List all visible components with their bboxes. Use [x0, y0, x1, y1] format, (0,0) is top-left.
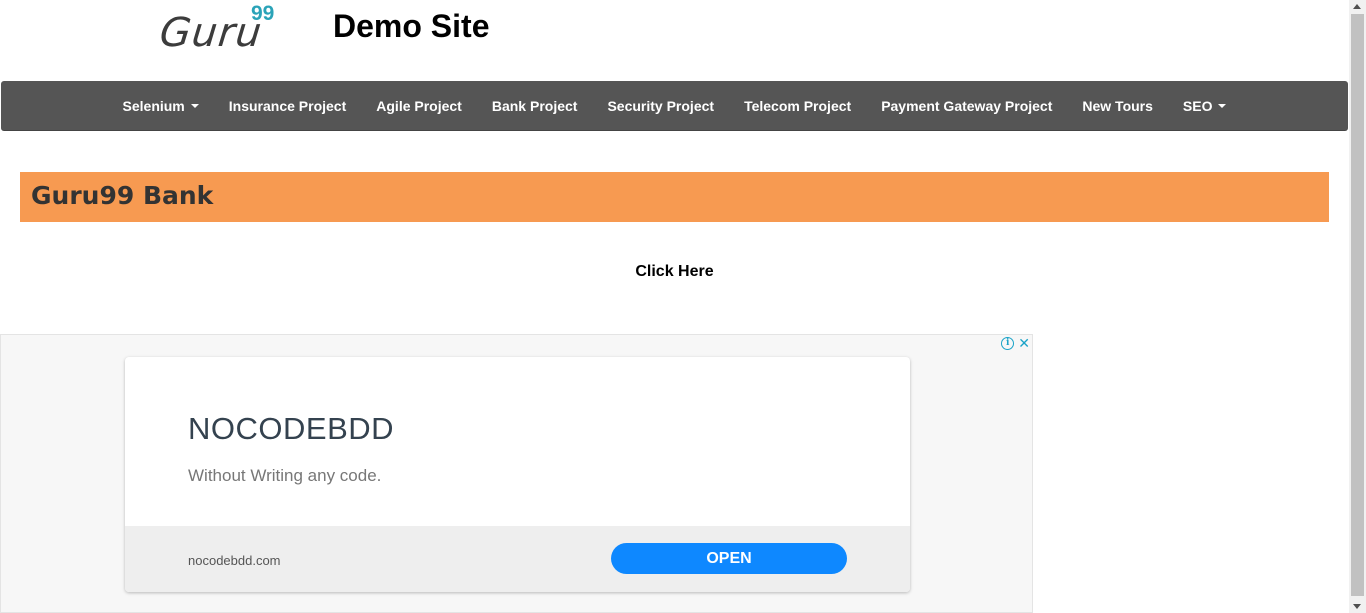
nav-item-label: Security Project: [607, 97, 715, 114]
logo-superscript: 99: [251, 2, 275, 25]
scroll-thumb[interactable]: [1351, 14, 1364, 596]
nav-item-agile-project[interactable]: Agile Project: [361, 98, 477, 114]
nav-item-label: Payment Gateway Project: [881, 97, 1053, 114]
nav-item-seo[interactable]: SEO: [1168, 98, 1242, 114]
ad-controls: i ✕: [1001, 337, 1030, 351]
nav-item-label: Bank Project: [491, 97, 578, 114]
main-navbar: Selenium Insurance Project Agile Project…: [1, 81, 1348, 131]
nav-item-payment-gateway-project[interactable]: Payment Gateway Project: [866, 98, 1067, 114]
ad-url: nocodebdd.com: [188, 553, 281, 568]
logo-text: Guru: [157, 10, 265, 56]
nav-item-selenium[interactable]: Selenium: [108, 98, 214, 114]
info-icon[interactable]: i: [1001, 337, 1015, 350]
nav-item-telecom-project[interactable]: Telecom Project: [729, 98, 866, 114]
click-here-link[interactable]: Click Here: [0, 263, 1349, 281]
ad-headline: NOCODEBDD: [188, 411, 395, 446]
page-title: Guru99 Bank: [31, 181, 214, 210]
ad-description: Without Writing any code.: [188, 466, 382, 485]
ad-open-button[interactable]: OPEN: [611, 543, 847, 574]
ad-footer: nocodebdd.com OPEN: [125, 526, 910, 592]
nav-item-label: Telecom Project: [744, 97, 852, 114]
scroll-down-arrow-icon[interactable]: [1353, 604, 1361, 609]
vertical-scrollbar[interactable]: [1349, 0, 1366, 613]
scroll-up-arrow-icon[interactable]: [1353, 4, 1361, 9]
nav-item-label: Selenium: [122, 97, 185, 114]
advertisement: i ✕ NOCODEBDD Without Writing any code. …: [0, 334, 1033, 613]
caret-down-icon: [190, 103, 199, 108]
nav-item-bank-project[interactable]: Bank Project: [477, 98, 593, 114]
nav-item-label: New Tours: [1082, 97, 1153, 114]
nav-item-label: Insurance Project: [228, 97, 347, 114]
nav-item-insurance-project[interactable]: Insurance Project: [214, 98, 362, 114]
caret-down-icon: [1218, 103, 1227, 108]
nav-item-new-tours[interactable]: New Tours: [1067, 98, 1168, 114]
page-banner: Guru99 Bank: [20, 172, 1329, 222]
site-logo[interactable]: Guru 99: [157, 2, 290, 56]
nav-item-label: Agile Project: [376, 97, 462, 114]
nav-item-security-project[interactable]: Security Project: [592, 98, 729, 114]
nav-item-label: SEO: [1182, 97, 1213, 114]
ad-card[interactable]: NOCODEBDD Without Writing any code. noco…: [125, 357, 910, 592]
site-title: Demo Site: [333, 8, 490, 44]
close-icon[interactable]: ✕: [1018, 337, 1030, 351]
